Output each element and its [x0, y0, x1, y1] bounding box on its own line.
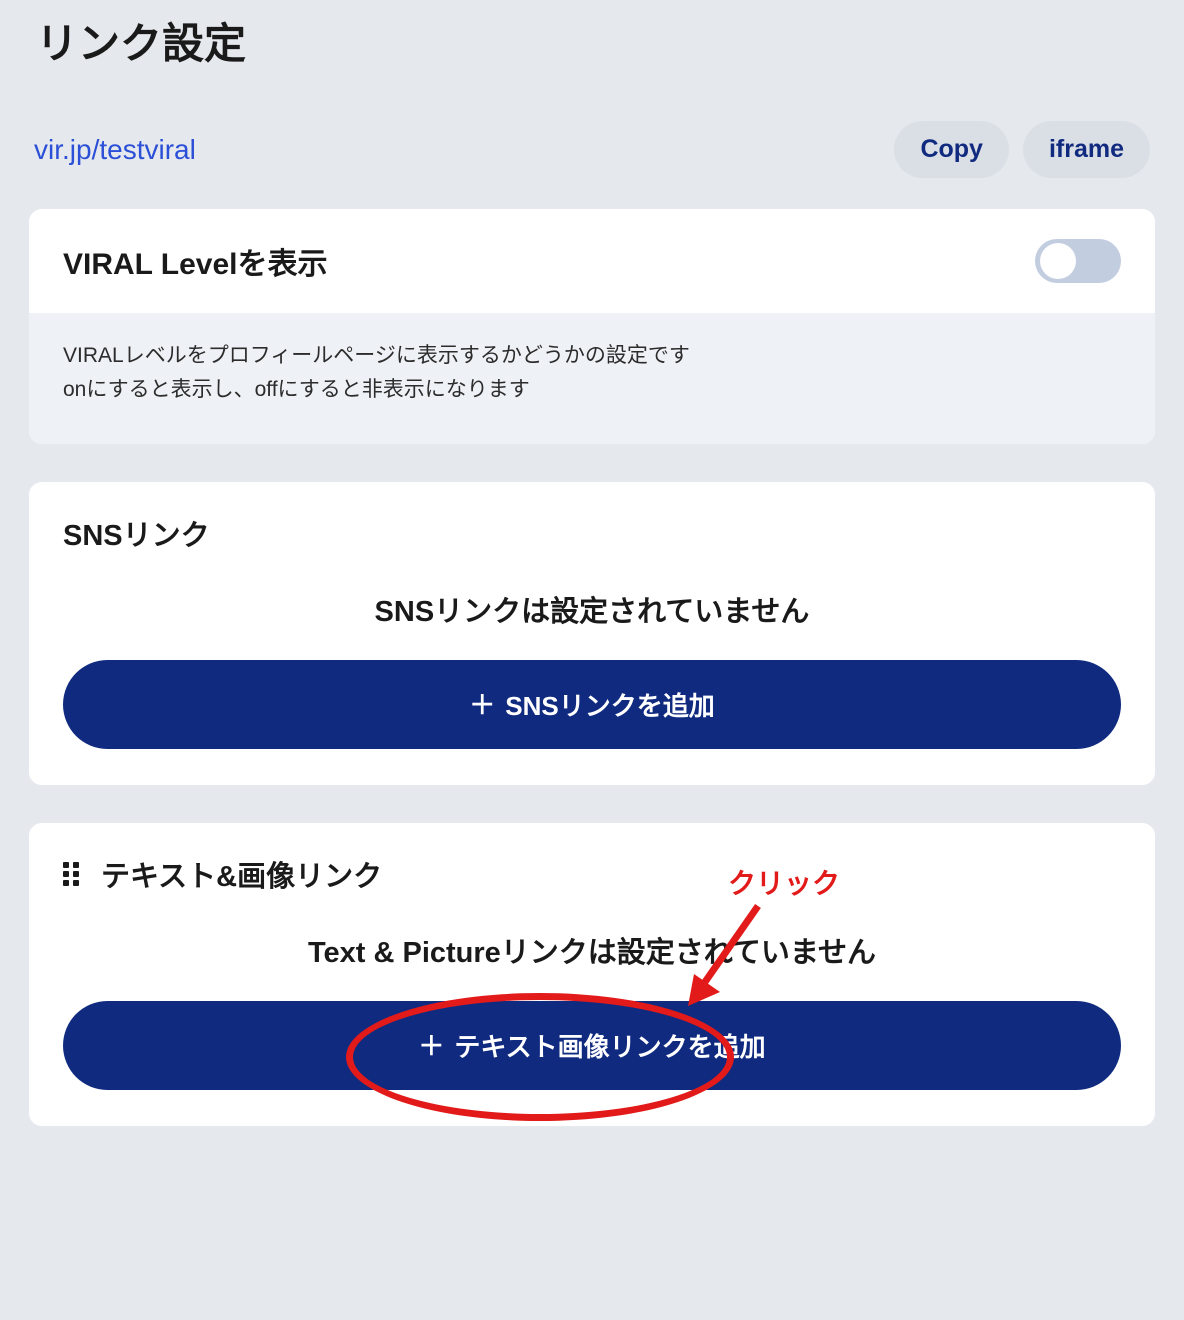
viral-level-desc-line1: VIRALレベルをプロフィールページに表示するかどうかの設定です [63, 339, 1121, 373]
viral-level-toggle[interactable] [1035, 239, 1121, 283]
viral-level-title: VIRAL Levelを表示 [63, 239, 328, 283]
url-row: vir.jp/testviral Copy iframe [28, 121, 1156, 178]
url-actions: Copy iframe [894, 121, 1150, 178]
iframe-button[interactable]: iframe [1023, 121, 1150, 178]
add-sns-link-button[interactable]: ＋ SNSリンクを追加 [63, 660, 1121, 749]
drag-handle-icon[interactable] [63, 862, 81, 886]
annotation-arrow-icon [680, 902, 770, 1012]
page-title: リンク設定 [36, 10, 1156, 71]
sns-section-title: SNSリンク [63, 512, 1121, 554]
text-image-empty-text: Text & Pictureリンクは設定されていません [63, 929, 1121, 971]
viral-level-header: VIRAL Levelを表示 [29, 209, 1155, 313]
plus-icon: ＋ [418, 1033, 444, 1059]
plus-icon: ＋ [469, 692, 495, 718]
toggle-knob [1040, 243, 1076, 279]
viral-level-description: VIRALレベルをプロフィールページに表示するかどうかの設定です onにすると表… [29, 313, 1155, 444]
annotation-click-label: クリック [728, 862, 840, 902]
viral-level-card: VIRAL Levelを表示 VIRALレベルをプロフィールページに表示するかど… [28, 208, 1156, 445]
copy-button[interactable]: Copy [894, 121, 1009, 178]
profile-url-link[interactable]: vir.jp/testviral [34, 134, 196, 166]
text-image-section-title: テキスト&画像リンク [101, 853, 382, 895]
viral-level-desc-line2: onにすると表示し、offにすると非表示になります [63, 373, 1121, 407]
add-sns-label: SNSリンクを追加 [505, 686, 714, 723]
add-text-image-label: テキスト画像リンクを追加 [454, 1027, 765, 1064]
add-text-image-link-button[interactable]: ＋ テキスト画像リンクを追加 [63, 1001, 1121, 1090]
text-image-card: テキスト&画像リンク Text & Pictureリンクは設定されていません ＋… [28, 822, 1156, 1127]
sns-empty-text: SNSリンクは設定されていません [63, 588, 1121, 630]
sns-card: SNSリンク SNSリンクは設定されていません ＋ SNSリンクを追加 [28, 481, 1156, 786]
